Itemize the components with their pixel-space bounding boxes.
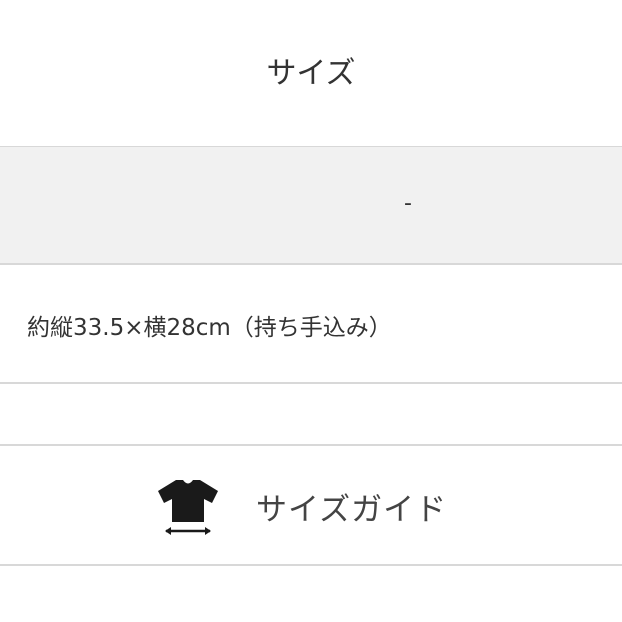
tshirt-size-icon [158,480,218,535]
size-page: サイズ - 約縦33.5×横28cm（持ち手込み） サイズガイド [0,0,622,622]
size-dimensions: 約縦33.5×横28cm（持ち手込み） [27,315,392,341]
size-detail-row: 約縦33.5×横28cm（持ち手込み） [0,264,622,384]
page-title: サイズ [266,56,356,91]
size-guide-button[interactable]: サイズガイド [0,444,622,566]
size-header-row: - [0,146,622,265]
size-guide-label: サイズガイド [256,492,448,528]
header-value: - [404,191,412,216]
